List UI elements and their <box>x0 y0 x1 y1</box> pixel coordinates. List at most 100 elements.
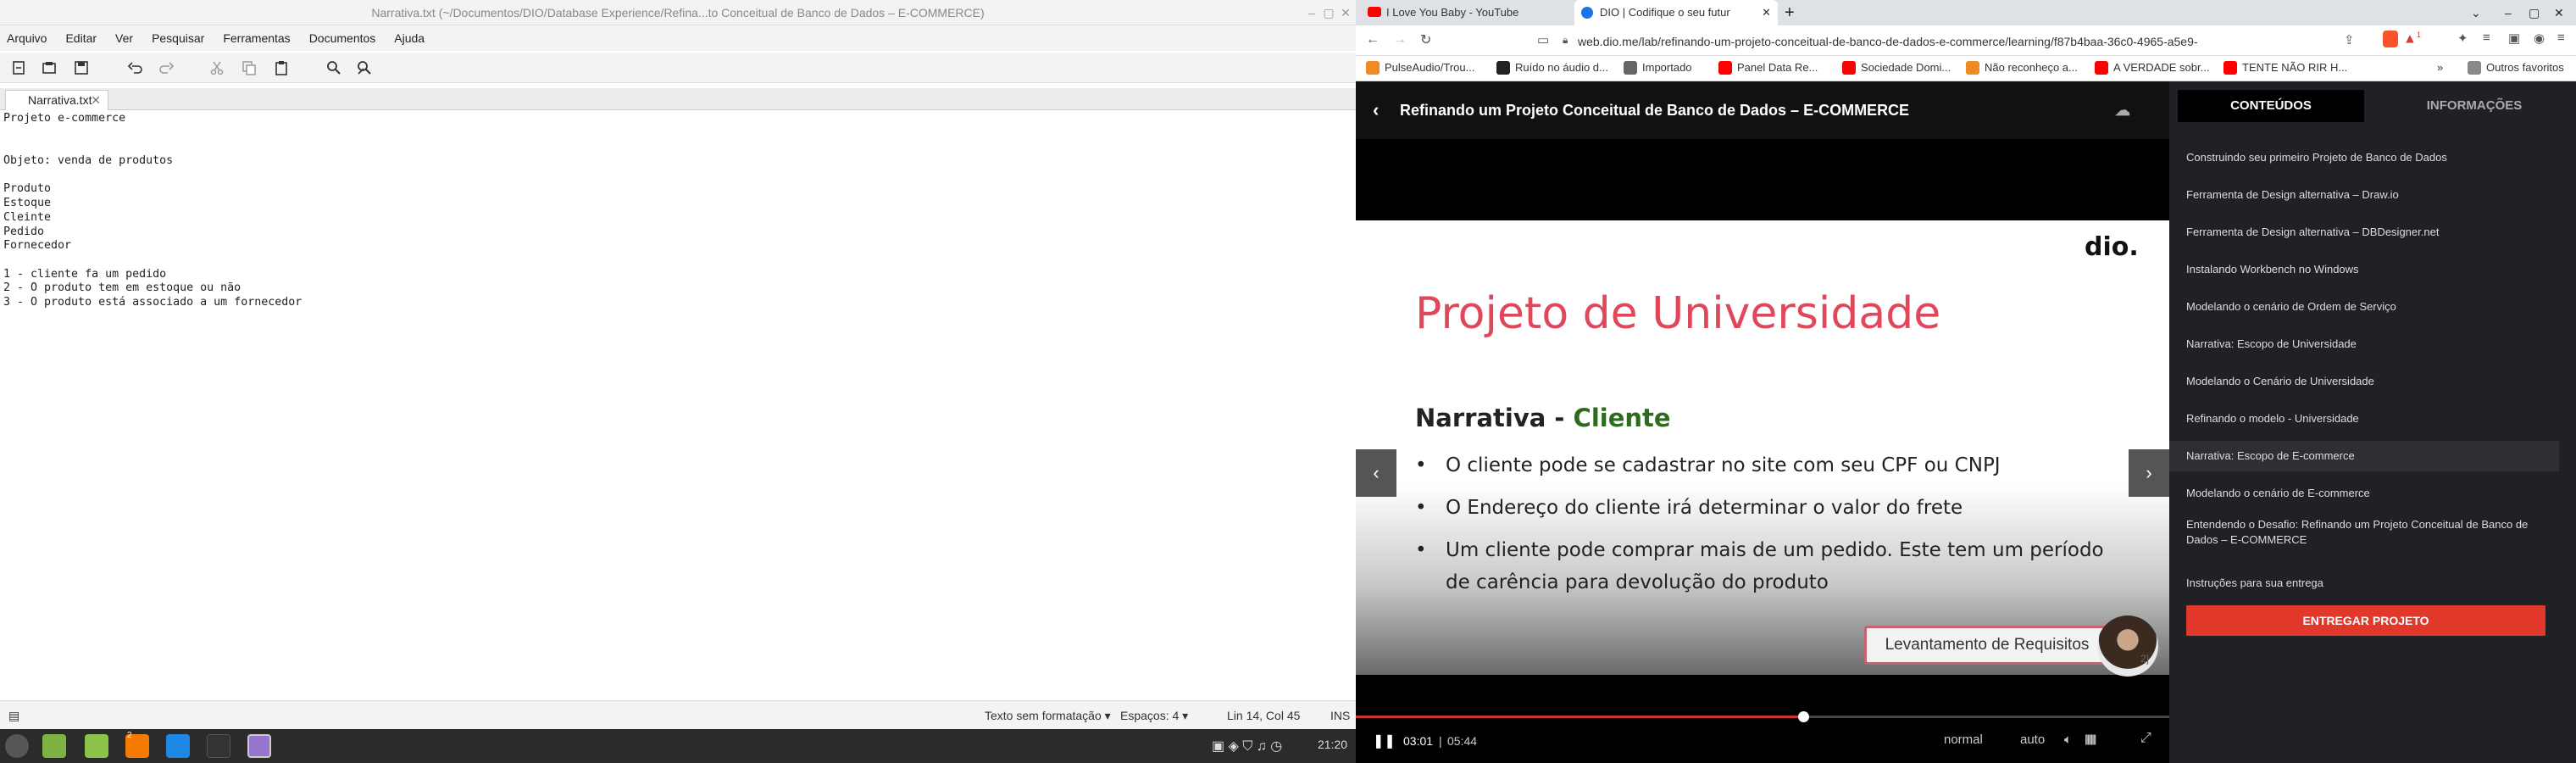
terminal-icon[interactable] <box>207 734 230 758</box>
maximize-icon[interactable]: ▢ <box>2529 0 2540 25</box>
other-bookmarks[interactable]: Outros favoritos <box>2468 61 2564 75</box>
extensions-icon[interactable]: ✦ <box>2457 31 2468 46</box>
share-icon[interactable]: ⇪ <box>2344 32 2355 47</box>
time-separator: | <box>1439 734 1442 748</box>
paste-icon[interactable] <box>273 59 290 76</box>
bookmark-favicon <box>1496 61 1510 75</box>
forward-icon[interactable]: → <box>1393 32 1407 47</box>
bookmark-item[interactable]: Sociedade Domi... <box>1842 61 1951 75</box>
tab-info[interactable]: INFORMAÇÕES <box>2381 90 2568 122</box>
bookmark-item[interactable]: Ruído no áudio d... <box>1496 61 1608 75</box>
minimize-icon[interactable]: – <box>1305 6 1319 19</box>
folder-icon[interactable] <box>85 734 108 758</box>
bookmark-item[interactable]: TENTE NÃO RIR H... <box>2223 61 2347 75</box>
tab-list-icon[interactable]: ⌄ <box>2471 0 2481 25</box>
spaces-selector[interactable]: Espaços: 4 ▾ <box>1120 709 1188 723</box>
new-file-icon[interactable] <box>10 59 27 76</box>
back-icon[interactable]: ← <box>1366 32 1380 47</box>
sidebar-toggle-icon[interactable]: ▤ <box>8 709 19 723</box>
redo-icon[interactable] <box>158 59 175 76</box>
bookmark-item[interactable]: A VERDADE sobr... <box>2095 61 2209 75</box>
prev-slide-button[interactable]: ‹ <box>1356 449 1396 497</box>
files-icon[interactable] <box>42 734 66 758</box>
browser-menu-icon[interactable]: ≡ <box>2557 31 2565 45</box>
menu-ver[interactable]: Ver <box>115 31 133 45</box>
bookmark-item[interactable]: Não reconheço a... <box>1966 61 2078 75</box>
menu-ferramentas[interactable]: Ferramentas <box>223 31 290 45</box>
lesson-item[interactable]: Instruções para sua entrega <box>2169 568 2559 599</box>
speed-selector[interactable]: normal <box>1944 732 1983 747</box>
lesson-item[interactable]: Modelando o cenário de Ordem de Serviço <box>2169 292 2559 322</box>
editor-title-bar: Narrativa.txt (~/Documentos/DIO/Database… <box>0 0 1356 25</box>
menu-documentos[interactable]: Documentos <box>309 31 376 45</box>
close-icon[interactable]: ✕ <box>1339 6 1352 19</box>
bookmark-label: Não reconheço a... <box>1985 61 2078 74</box>
more-bookmarks-icon[interactable]: » <box>2437 61 2443 74</box>
bookmark-favicon <box>1966 61 1979 75</box>
menu-pesquisar[interactable]: Pesquisar <box>152 31 204 45</box>
menu-ajuda[interactable]: Ajuda <box>394 31 425 45</box>
progress-bar[interactable] <box>1356 711 2169 722</box>
pause-icon[interactable]: ❚❚ <box>1373 732 1396 749</box>
wallet-icon[interactable]: ▣ <box>2508 31 2520 46</box>
lesson-item[interactable]: Instalando Workbench no Windows <box>2169 254 2559 285</box>
tab-youtube[interactable]: I Love You Baby - YouTube <box>1361 0 1573 25</box>
maximize-icon[interactable]: ▢ <box>1322 6 1335 19</box>
lesson-item[interactable]: Narrativa: Escopo de Universidade <box>2169 329 2559 359</box>
lesson-item[interactable]: Narrativa: Escopo de E-commerce <box>2169 441 2559 471</box>
menu-icon[interactable] <box>5 734 29 758</box>
new-tab-icon[interactable]: + <box>1785 0 1795 25</box>
brave-rewards-icon[interactable]: ▲1 <box>2403 31 2421 47</box>
open-file-icon[interactable] <box>41 59 58 76</box>
close-tab-icon[interactable]: ✕ <box>1762 0 1771 25</box>
playlist-icon[interactable]: ≡ <box>2483 31 2490 45</box>
text-editor-icon[interactable] <box>247 734 271 758</box>
progress-knob[interactable] <box>1798 711 1809 722</box>
lesson-item[interactable]: Modelando o cenário de E-commerce <box>2169 478 2559 509</box>
lesson-item[interactable]: Modelando o Cenário de Universidade <box>2169 366 2559 397</box>
download-icon[interactable]: ☁ <box>2115 81 2130 139</box>
bookmark-icon[interactable]: ▭ <box>1537 32 1549 47</box>
search-icon[interactable] <box>325 59 342 76</box>
status-bar: ▤ Texto sem formatação ▾ Espaços: 4 ▾ Li… <box>0 700 1356 729</box>
tab-dio[interactable]: DIO | Codifique o seu futur ✕ <box>1574 0 1778 25</box>
fullscreen-icon[interactable]: ⤢ <box>2140 731 2151 746</box>
slide-bullet: O Endereço do cliente irá determinar o v… <box>1415 492 2127 524</box>
bookmark-item[interactable]: Panel Data Re... <box>1718 61 1818 75</box>
brave-shield-icon[interactable] <box>2383 31 2398 47</box>
lesson-item[interactable]: Entendendo o Desafio: Refinando um Proje… <box>2169 515 2559 549</box>
profile-icon[interactable]: ◉ <box>2534 31 2545 46</box>
bookmark-folder[interactable]: Importado <box>1624 61 1692 75</box>
menu-arquivo[interactable]: Arquivo <box>7 31 47 45</box>
cut-icon[interactable] <box>208 59 225 76</box>
url-field[interactable]: web.dio.me/lab/refinando-um-projeto-conc… <box>1578 30 2273 72</box>
folder-icon <box>2468 61 2481 75</box>
lesson-item[interactable]: Construindo seu primeiro Projeto de Banc… <box>2169 142 2559 173</box>
lesson-item[interactable]: Ferramenta de Design alternativa – DBDes… <box>2169 217 2559 248</box>
volume-icon[interactable]: 🔈︎ <box>2064 732 2072 747</box>
volume-slider[interactable]: ||||||||| <box>2085 732 2096 745</box>
close-tab-icon[interactable]: ✕ <box>91 91 101 109</box>
deliver-project-button[interactable]: ENTREGAR PROJETO <box>2186 605 2545 636</box>
quality-selector[interactable]: auto <box>2020 732 2045 747</box>
undo-icon[interactable] <box>127 59 144 76</box>
bookmark-item[interactable]: PulseAudio/Trou... <box>1366 61 1474 75</box>
replace-icon[interactable] <box>356 59 373 76</box>
text-area[interactable]: Projeto e-commerce Objeto: venda de produ… <box>3 112 1351 310</box>
copy-icon[interactable] <box>241 59 258 76</box>
reload-icon[interactable]: ↻ <box>1420 31 1431 48</box>
back-chevron-icon[interactable]: ‹ <box>1373 81 1379 139</box>
minimize-icon[interactable]: – <box>2505 0 2512 25</box>
close-icon[interactable]: ✕ <box>2554 0 2564 25</box>
vscode-icon[interactable] <box>166 734 190 758</box>
brave-browser-icon[interactable]: 2 <box>125 731 149 758</box>
tab-narrativa[interactable]: Narrativa.txt ✕ <box>5 90 108 110</box>
menu-editar[interactable]: Editar <box>65 31 97 45</box>
save-icon[interactable] <box>73 59 90 76</box>
syntax-selector[interactable]: Texto sem formatação ▾ <box>985 709 1111 723</box>
tab-contents[interactable]: CONTEÚDOS <box>2178 90 2364 122</box>
next-slide-button[interactable]: › <box>2129 449 2169 497</box>
lesson-item[interactable]: Ferramenta de Design alternativa – Draw.… <box>2169 180 2559 210</box>
tray-icons[interactable]: ▣ ◈ ⛉ ♫ ◷ <box>1212 738 1282 755</box>
lesson-item[interactable]: Refinando o modelo - Universidade <box>2169 404 2559 434</box>
